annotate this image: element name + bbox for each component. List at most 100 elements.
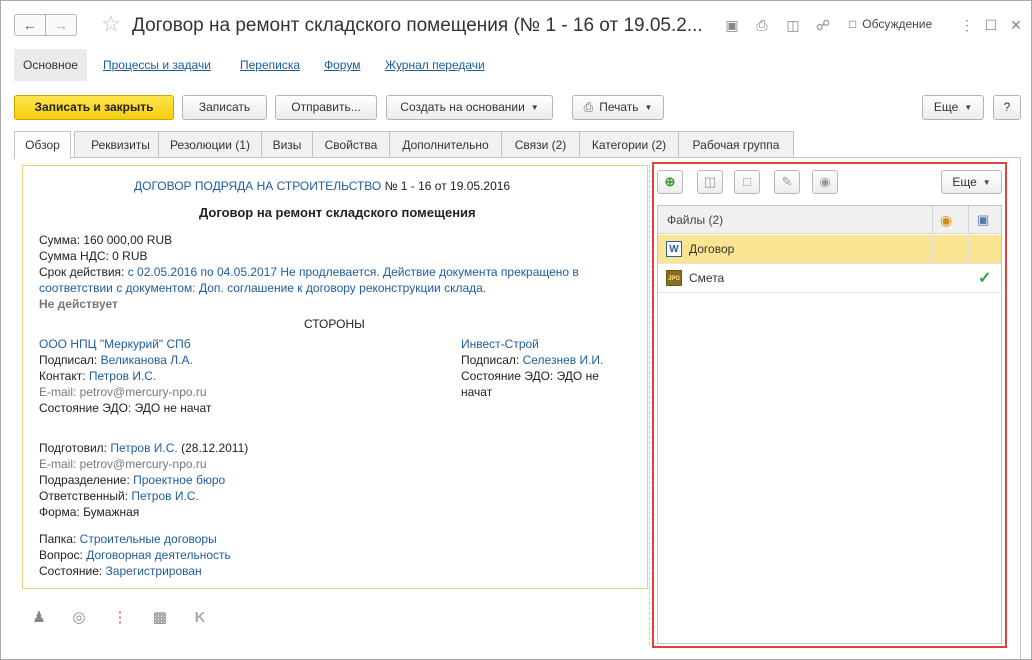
section-tab-correspondence[interactable]: Переписка	[240, 49, 300, 81]
doc-inactive-status: Не действует	[39, 297, 118, 311]
preview-icon[interactable]: ◫	[784, 16, 802, 34]
party2-signed: Подписал: Селезнев И.И.	[461, 353, 604, 367]
doc-type-line: ДОГОВОР ПОДРЯДА НА СТРОИТЕЛЬСТВО № 1 - 1…	[134, 178, 510, 194]
files-table: Файлы (2) ◉ ▣ W Договор JPG Смета ✓	[657, 205, 1002, 644]
section-tabs: Основное Процессы и задачи Переписка Фор…	[14, 49, 1014, 81]
doc-term: Срок действия: с 02.05.2016 по 04.05.201…	[39, 265, 579, 279]
section-tab-main[interactable]: Основное	[14, 49, 87, 81]
responsible: Ответственный: Петров И.С.	[39, 489, 199, 503]
panel-splitter[interactable]	[649, 165, 650, 645]
comments-icon[interactable]: ▩	[149, 607, 171, 629]
save-disk-icon[interactable]: ▣	[723, 16, 741, 34]
department: Подразделение: Проектное бюро	[39, 473, 226, 487]
link-icon[interactable]: ☍	[814, 16, 832, 34]
tab-links[interactable]: Связи (2)	[501, 131, 580, 158]
tab-workgroup[interactable]: Рабочая группа	[678, 131, 794, 158]
doc-term-line2[interactable]: соответствии с документом: Доп. соглашен…	[39, 280, 486, 296]
discussion-icon: □	[849, 17, 857, 31]
window-title: Договор на ремонт складского помещения (…	[132, 15, 703, 36]
copy-file-icon[interactable]: ◫	[697, 170, 723, 194]
save-button[interactable]: Записать	[182, 95, 267, 120]
title-bar: ← → ☆ Договор на ремонт складского помещ…	[1, 1, 1031, 47]
party1-contact: Контакт: Петров И.С.	[39, 369, 157, 383]
back-button[interactable]: ←	[14, 14, 46, 36]
add-file-icon[interactable]: ⊕	[657, 170, 683, 194]
more-button[interactable]: Еще ▼	[922, 95, 984, 120]
caret-down-icon: ▼	[644, 103, 653, 113]
route-icon[interactable]: ⋮	[109, 607, 131, 629]
document-window: ← → ☆ Договор на ремонт складского помещ…	[0, 0, 1032, 660]
print-icon[interactable]: ⎙	[753, 16, 771, 34]
caret-down-icon: ▼	[982, 177, 991, 187]
close-icon[interactable]: ✕	[1007, 16, 1025, 34]
question: Вопрос: Договорная деятельность	[39, 548, 231, 562]
doc-heading: Договор на ремонт складского помещения	[199, 205, 476, 220]
prepared-by: Подготовил: Петров И.С. (28.12.2011)	[39, 441, 249, 455]
forward-button[interactable]: →	[45, 14, 77, 36]
party2-edo: Состояние ЭДО: ЭДО не	[461, 369, 599, 383]
doc-state: Состояние: Зарегистрирован	[39, 564, 202, 578]
print-button[interactable]: ⎙ Печать ▼	[572, 95, 664, 120]
party1-email: E-mail: petrov@mercury-npo.ru	[39, 385, 207, 399]
file-row[interactable]: W Договор	[658, 235, 1001, 264]
jpg-file-icon: JPG	[666, 270, 682, 286]
file-name: Договор	[689, 242, 735, 256]
files-panel: ⊕ ◫ □ ✎ ◉ Еще ▼ Файлы (2) ◉ ▣ W Договор J…	[652, 162, 1007, 648]
section-tab-transfer-log[interactable]: Журнал передачи	[385, 49, 485, 81]
tab-resolutions[interactable]: Резолюции (1)	[158, 131, 262, 158]
tab-visas[interactable]: Визы	[261, 131, 313, 158]
encryption-column-icon: ▣	[977, 212, 990, 227]
form-tabs: Обзор Реквизиты Резолюции (1) Визы Свойс…	[14, 131, 1024, 159]
party2-edo-line2: начат	[461, 385, 493, 399]
discussion-button[interactable]: □ Обсуждение	[849, 17, 932, 31]
party2-name[interactable]: Инвест-Строй	[461, 336, 539, 352]
tab-requisites[interactable]: Реквизиты	[74, 131, 167, 158]
doc-vat: Сумма НДС: 0 RUB	[39, 249, 148, 263]
tab-additional[interactable]: Дополнительно	[389, 131, 502, 158]
tab-properties[interactable]: Свойства	[312, 131, 390, 158]
printer-icon: ⎙	[583, 100, 594, 114]
users-icon[interactable]: ♟	[28, 607, 50, 629]
files-column-header[interactable]: Файлы (2)	[667, 206, 723, 234]
word-file-icon: W	[666, 241, 682, 257]
caret-down-icon: ▼	[530, 103, 539, 113]
doc-type-link[interactable]: ДОГОВОР ПОДРЯДА НА СТРОИТЕЛЬСТВО	[134, 179, 381, 193]
stamp-icon[interactable]: ◎	[68, 607, 90, 629]
tab-categories[interactable]: Категории (2)	[579, 131, 679, 158]
tab-frame-border	[1020, 157, 1021, 659]
favorite-star-icon[interactable]: ☆	[101, 12, 121, 36]
party1-edo: Состояние ЭДО: ЭДО не начат	[39, 401, 212, 415]
doc-sum: Сумма: 160 000,00 RUB	[39, 233, 173, 247]
help-button[interactable]: ?	[993, 95, 1021, 120]
tab-divider	[14, 157, 1021, 158]
folder: Папка: Строительные договоры	[39, 532, 217, 546]
stamp-file-icon[interactable]: ◉	[812, 170, 838, 194]
section-tab-processes[interactable]: Процессы и задачи	[103, 49, 211, 81]
send-button[interactable]: Отправить...	[275, 95, 377, 120]
check-icon: ✓	[978, 270, 992, 287]
file-name: Смета	[689, 271, 725, 285]
party1-signed: Подписал: Великанова Л.А.	[39, 353, 193, 367]
create-based-button[interactable]: Создать на основании ▼	[386, 95, 553, 120]
file-row[interactable]: JPG Смета ✓	[658, 264, 1001, 293]
party1-name[interactable]: ООО НПЦ "Меркурий" СПб	[39, 336, 191, 352]
new-document-icon[interactable]: □	[734, 170, 760, 194]
prepared-email: E-mail: petrov@mercury-npo.ru	[39, 457, 207, 471]
parties-heading: СТОРОНЫ	[304, 317, 365, 331]
document-overview: ДОГОВОР ПОДРЯДА НА СТРОИТЕЛЬСТВО № 1 - 1…	[22, 165, 648, 589]
files-table-header: Файлы (2) ◉ ▣	[658, 206, 1001, 234]
files-more-button[interactable]: Еще ▼	[941, 170, 1002, 194]
doc-term-link[interactable]: с 02.05.2016 по 04.05.2017 Не продлевает…	[124, 265, 579, 279]
menu-dots-icon[interactable]: ⋮	[958, 16, 976, 34]
form-type: Форма: Бумажная	[39, 505, 140, 519]
edit-file-icon[interactable]: ✎	[774, 170, 800, 194]
k-icon[interactable]: K	[189, 607, 211, 629]
caret-down-icon: ▼	[964, 103, 973, 113]
maximize-icon[interactable]: ☐	[982, 16, 1000, 34]
tab-overview[interactable]: Обзор	[14, 131, 71, 159]
doc-number: № 1 - 16 от 19.05.2016	[381, 179, 511, 193]
section-tab-forum[interactable]: Форум	[324, 49, 360, 81]
signature-column-icon: ◉	[940, 212, 953, 228]
bottom-icon-bar: ♟ ◎ ⋮ ▩ K	[28, 607, 228, 631]
save-close-button[interactable]: Записать и закрыть	[14, 95, 174, 120]
